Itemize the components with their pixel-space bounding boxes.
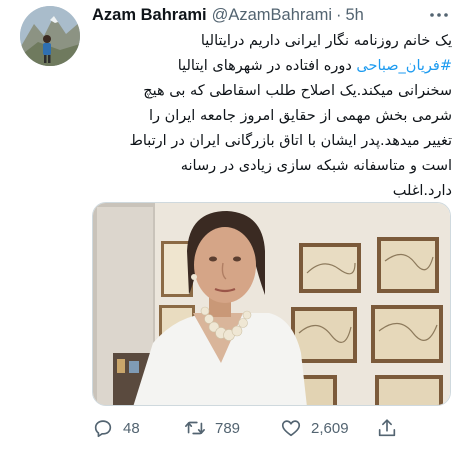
separator-dot: · bbox=[336, 5, 342, 24]
tweet-text-line: دارد.اغلب bbox=[392, 183, 452, 199]
share-button[interactable] bbox=[376, 414, 398, 442]
tweet-text-line: شرمی بخش مهمی از حقایق امروز جامعه ایران… bbox=[148, 108, 452, 124]
author-handle[interactable]: @AzamBahrami bbox=[212, 6, 332, 25]
tweet-text-line: یک خانم روزنامه نگار ایرانی داریم درایتا… bbox=[200, 33, 452, 49]
retweet-icon bbox=[185, 421, 205, 435]
tweet-text-line: سخنرانی میکند.یک اصلاح طلب اسقاطی که بی … bbox=[143, 83, 452, 99]
retweet-count: 789 bbox=[215, 419, 241, 437]
retweet-button[interactable]: 789 bbox=[184, 414, 240, 442]
more-options-icon[interactable] bbox=[428, 8, 450, 22]
reply-count: 48 bbox=[123, 419, 140, 437]
tweet-timestamp[interactable]: 5h bbox=[346, 6, 364, 25]
heart-icon bbox=[281, 420, 301, 437]
tweet-text-line: تغییر میدهد.پدر ایشان با اتاق بازرگانی ا… bbox=[129, 133, 452, 149]
tweet-text-line: #فریان_صباحی دوره افتاده در شهرهای ایتال… bbox=[177, 58, 452, 74]
author-display-name[interactable]: Azam Bahrami bbox=[92, 6, 207, 25]
share-icon bbox=[378, 419, 396, 437]
like-button[interactable]: 2,609 bbox=[280, 414, 349, 442]
tweet-header: Azam Bahrami @AzamBahrami · 5h bbox=[92, 4, 364, 26]
tweet-card[interactable]: Azam Bahrami @AzamBahrami · 5h یک خانم ر… bbox=[0, 0, 474, 450]
tweet-media-image[interactable] bbox=[92, 202, 451, 406]
reply-icon bbox=[94, 420, 112, 438]
reply-button[interactable]: 48 bbox=[92, 414, 140, 442]
tweet-actions-bar: 48 789 2,609 bbox=[92, 414, 452, 442]
tweet-text: یک خانم روزنامه نگار ایرانی داریم درایتا… bbox=[92, 29, 452, 204]
avatar[interactable] bbox=[20, 6, 80, 66]
like-count: 2,609 bbox=[311, 419, 349, 437]
hashtag-link[interactable]: #فریان_صباحی bbox=[356, 58, 452, 74]
tweet-text-line: است و متاسفانه شبکه سازی زیادی در رسانه bbox=[180, 158, 452, 174]
